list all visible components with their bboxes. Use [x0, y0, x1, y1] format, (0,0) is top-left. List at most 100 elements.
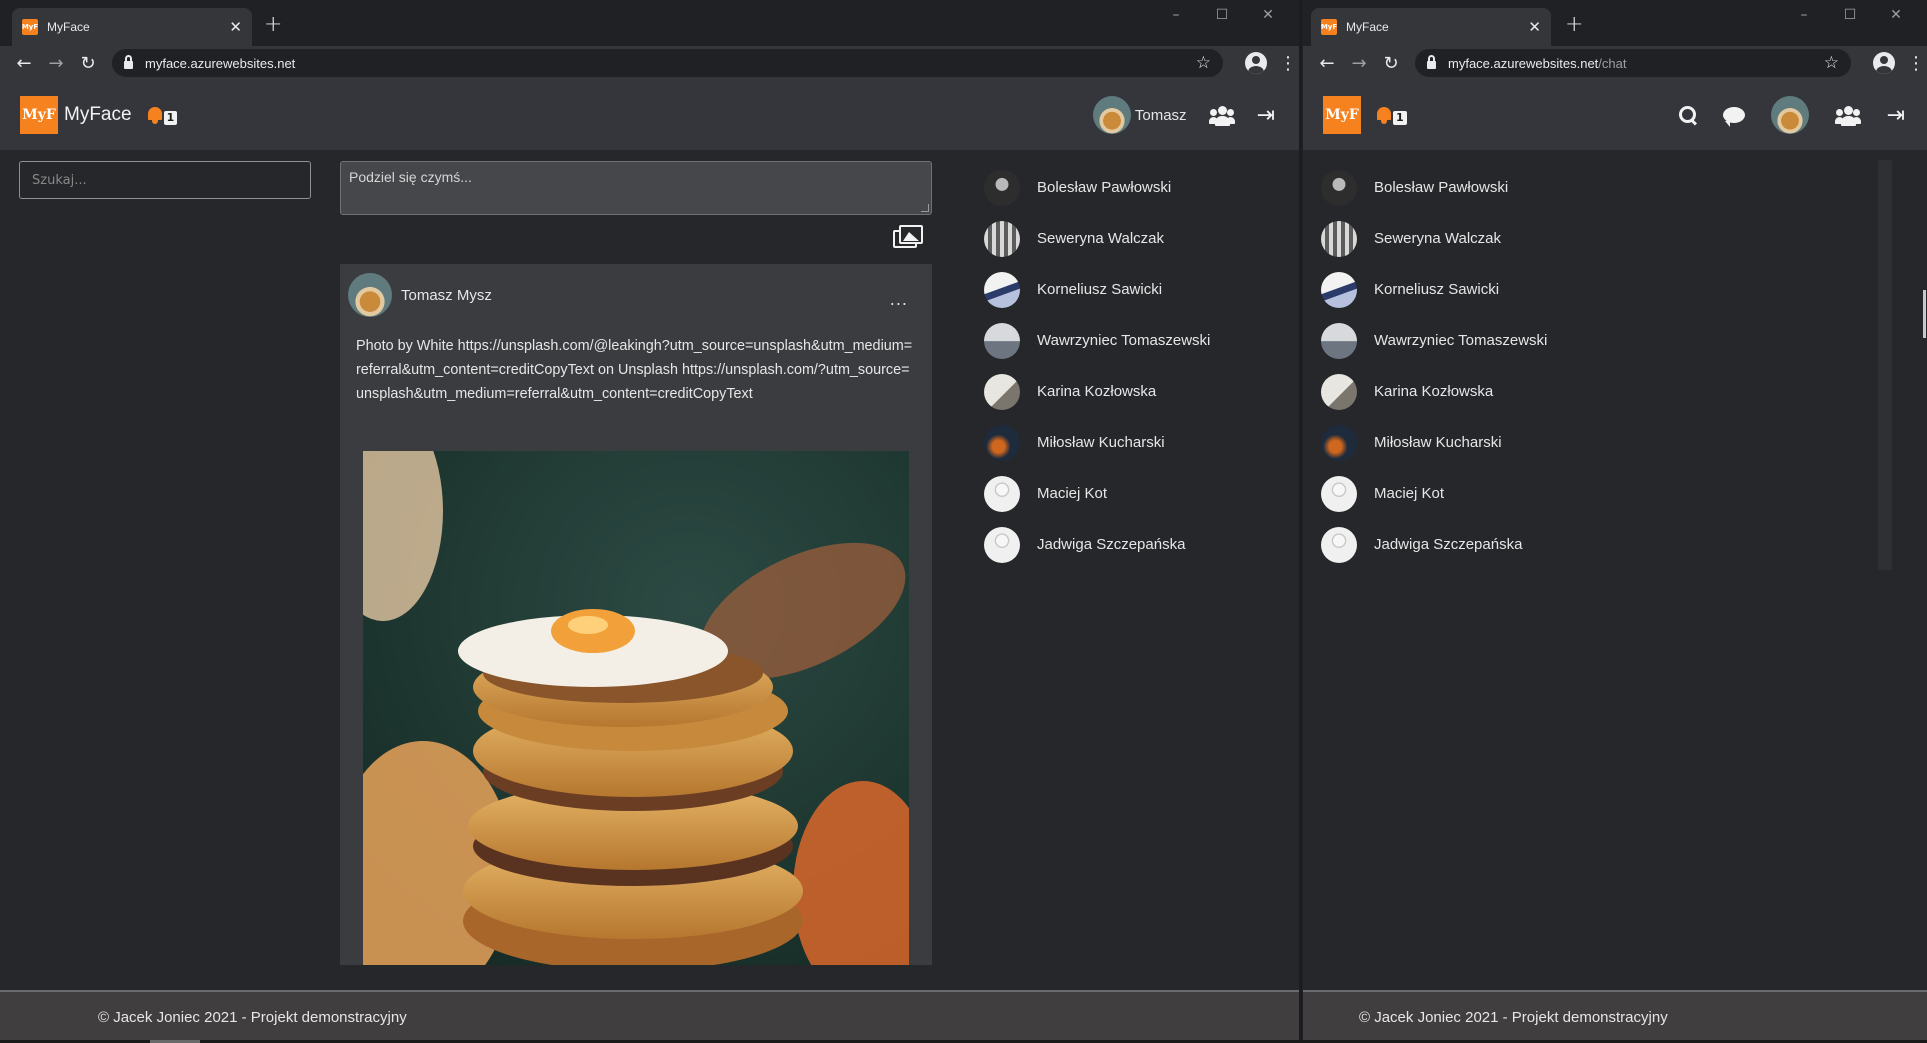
url-text[interactable]: myface.azurewebsites.net/chat	[1448, 56, 1824, 71]
person-name: Miłosław Kucharski	[1037, 434, 1165, 451]
person-item[interactable]: Karina Kozłowska	[984, 366, 1299, 417]
search-input[interactable]: Szukaj...	[19, 161, 311, 199]
reload-icon[interactable]: ↻	[1375, 53, 1407, 74]
person-item[interactable]: Seweryna Walczak	[1321, 213, 1741, 264]
window-splitter-handle[interactable]	[1300, 735, 1302, 771]
people-list: Bolesław Pawłowski Seweryna Walczak Korn…	[984, 162, 1299, 570]
image-upload-icon[interactable]	[893, 224, 925, 250]
post-options-button[interactable]: ...	[890, 290, 908, 309]
pancake-photo-image	[363, 451, 909, 965]
person-item[interactable]: Miłosław Kucharski	[984, 417, 1299, 468]
person-item[interactable]: Maciej Kot	[1321, 468, 1741, 519]
close-window-icon[interactable]: ✕	[1245, 2, 1291, 28]
person-item[interactable]: Korneliusz Sawicki	[984, 264, 1299, 315]
maximize-icon[interactable]: ☐	[1199, 2, 1245, 28]
avatar	[984, 475, 1020, 512]
close-tab-icon[interactable]: ✕	[1528, 18, 1541, 36]
person-name: Seweryna Walczak	[1374, 230, 1501, 247]
window-controls: – ☐ ✕	[1153, 2, 1291, 28]
person-item[interactable]: Miłosław Kucharski	[1321, 417, 1741, 468]
post-photo-pancakes[interactable]	[363, 451, 909, 965]
person-item[interactable]: Jadwiga Szczepańska	[984, 519, 1299, 570]
user-name: Tomasz	[1134, 106, 1187, 124]
profile-icon[interactable]	[1245, 52, 1267, 74]
search-icon[interactable]	[1678, 106, 1697, 124]
forward-icon[interactable]: →	[40, 53, 72, 74]
browser-menu-icon[interactable]: ⋮	[1279, 53, 1297, 74]
bell-icon	[147, 106, 163, 124]
avatar	[984, 373, 1020, 410]
logout-icon[interactable]: ⇥	[1887, 103, 1905, 128]
post-author-name[interactable]: Tomasz Mysz	[401, 287, 492, 304]
address-bar[interactable]: myface.azurewebsites.net/chat ☆	[1415, 49, 1851, 77]
avatar[interactable]	[1770, 96, 1809, 134]
maximize-icon[interactable]: ☐	[1827, 2, 1873, 28]
avatar	[984, 322, 1020, 359]
browser-tab[interactable]: MyF MyFace ✕	[12, 8, 252, 46]
new-tab-button[interactable]: +	[1565, 12, 1583, 37]
avatar	[1321, 271, 1357, 308]
minimize-icon[interactable]: –	[1781, 2, 1827, 28]
person-item[interactable]: Seweryna Walczak	[984, 213, 1299, 264]
page-scrollbar-thumb[interactable]	[1923, 290, 1926, 338]
share-placeholder: Podziel się czymś...	[349, 169, 472, 185]
browser-tab[interactable]: MyF MyFace ✕	[1311, 8, 1551, 46]
bookmark-star-icon[interactable]: ☆	[1196, 53, 1211, 73]
lock-icon[interactable]	[124, 55, 133, 69]
close-window-icon[interactable]: ✕	[1873, 2, 1919, 28]
reload-icon[interactable]: ↻	[72, 53, 104, 74]
person-name: Karina Kozłowska	[1037, 383, 1157, 400]
person-name: Bolesław Pawłowski	[1037, 179, 1172, 196]
friends-icon[interactable]	[1208, 106, 1235, 126]
share-post-textarea[interactable]: Podziel się czymś...	[340, 161, 932, 215]
back-icon[interactable]: ←	[1311, 53, 1343, 74]
brand-logo[interactable]: MyF	[1323, 96, 1361, 134]
address-bar[interactable]: myface.azurewebsites.net ☆	[112, 49, 1223, 77]
page-footer: © Jacek Joniec 2021 - Projekt demonstrac…	[1303, 990, 1927, 1043]
browser-window-left: MyF MyFace ✕ + – ☐ ✕ ← → ↻ myface.azurew…	[0, 0, 1302, 1043]
resize-grip[interactable]	[921, 204, 929, 212]
person-item[interactable]: Bolesław Pawłowski	[984, 162, 1299, 213]
brand-logo[interactable]: MyF	[20, 96, 58, 134]
people-list-scrollbar[interactable]	[1878, 160, 1892, 570]
avatar	[1321, 322, 1357, 359]
navbar-actions: ⇥	[1678, 80, 1905, 150]
profile-icon[interactable]	[1873, 52, 1895, 74]
back-icon[interactable]: ←	[8, 53, 40, 74]
browser-menu-icon[interactable]: ⋮	[1907, 53, 1925, 74]
chat-icon[interactable]	[1722, 107, 1745, 127]
person-item[interactable]: Bolesław Pawłowski	[1321, 162, 1741, 213]
user-profile-link[interactable]: Tomasz	[1092, 96, 1187, 134]
brand-name[interactable]: MyFace	[64, 104, 132, 126]
new-tab-button[interactable]: +	[264, 12, 282, 37]
window-controls: – ☐ ✕	[1781, 2, 1919, 28]
post-text: Photo by White https://unsplash.com/@lea…	[356, 338, 913, 402]
person-item[interactable]: Wawrzyniec Tomaszewski	[1321, 315, 1741, 366]
bookmark-star-icon[interactable]: ☆	[1824, 53, 1839, 73]
person-name: Jadwiga Szczepańska	[1374, 536, 1523, 553]
close-tab-icon[interactable]: ✕	[229, 18, 242, 36]
post-author-avatar[interactable]	[348, 273, 392, 317]
person-item[interactable]: Karina Kozłowska	[1321, 366, 1741, 417]
chat-people-list: Bolesław Pawłowski Seweryna Walczak Korn…	[1321, 162, 1741, 570]
footer-text: © Jacek Joniec 2021 - Projekt demonstrac…	[98, 1009, 407, 1026]
person-item[interactable]: Wawrzyniec Tomaszewski	[984, 315, 1299, 366]
browser-toolbar: ← → ↻ myface.azurewebsites.net ☆ ⋮	[0, 46, 1299, 80]
minimize-icon[interactable]: –	[1153, 2, 1199, 28]
lock-icon[interactable]	[1427, 55, 1436, 69]
url-text[interactable]: myface.azurewebsites.net	[145, 56, 1196, 71]
forward-icon[interactable]: →	[1343, 53, 1375, 74]
notifications-button[interactable]: 1	[147, 106, 178, 125]
person-item[interactable]: Maciej Kot	[984, 468, 1299, 519]
person-item[interactable]: Jadwiga Szczepańska	[1321, 519, 1741, 570]
logout-icon[interactable]: ⇥	[1257, 103, 1275, 128]
navbar-actions: Tomasz ⇥	[1092, 80, 1275, 150]
url-path: /chat	[1598, 55, 1627, 71]
friends-icon[interactable]	[1834, 106, 1861, 126]
person-name: Maciej Kot	[1037, 485, 1108, 502]
person-item[interactable]: Korneliusz Sawicki	[1321, 264, 1741, 315]
tab-strip: MyF MyFace ✕ + – ☐ ✕	[1303, 0, 1927, 46]
notifications-button[interactable]: 1	[1376, 106, 1407, 125]
tab-strip: MyF MyFace ✕ + – ☐ ✕	[0, 0, 1299, 46]
page-footer: © Jacek Joniec 2021 - Projekt demonstrac…	[0, 990, 1299, 1043]
